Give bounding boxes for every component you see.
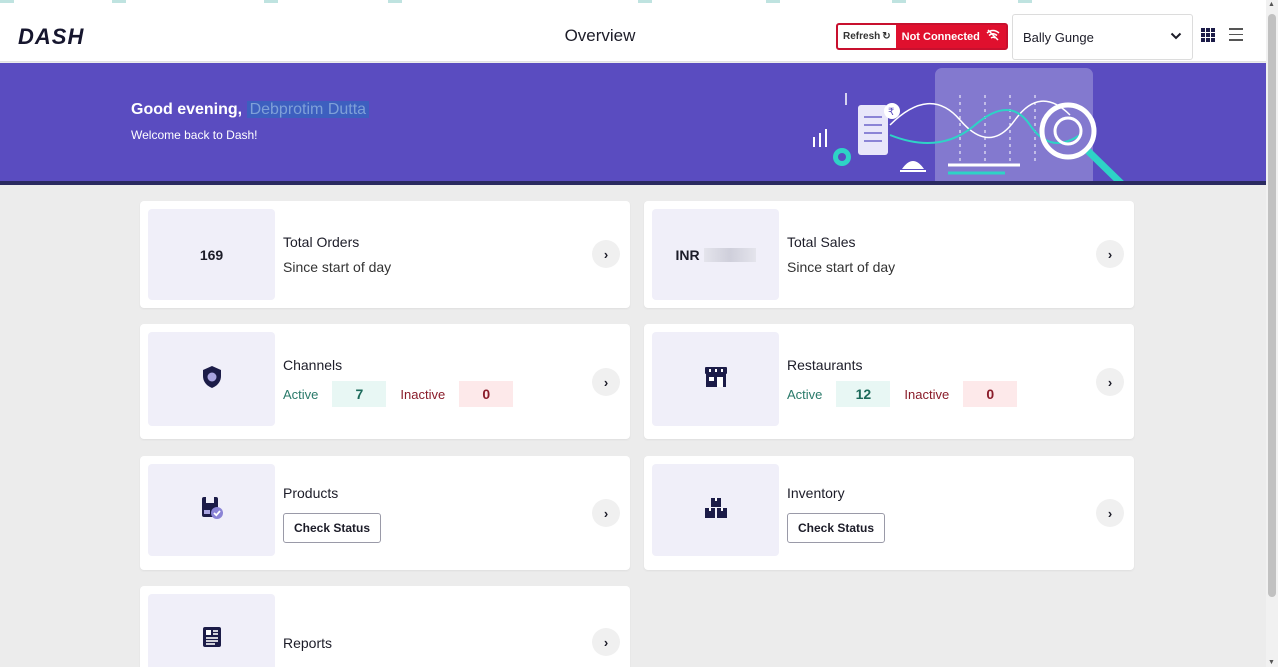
reports-card[interactable]: Reports › bbox=[140, 586, 630, 667]
products-tile bbox=[148, 464, 275, 556]
total-sales-currency: INR bbox=[675, 246, 700, 263]
channels-stats: Active 7 Inactive 0 bbox=[283, 381, 514, 407]
chevron-right-icon[interactable]: › bbox=[592, 499, 620, 527]
total-orders-card[interactable]: 169 Total Orders Since start of day › bbox=[140, 201, 630, 308]
greeting-text: Good evening, Debprotim Dutta bbox=[131, 101, 370, 119]
branch-select[interactable]: Bally Gunge bbox=[1012, 14, 1193, 60]
orders-tile: 169 bbox=[148, 209, 275, 300]
channels-card[interactable]: Channels Active 7 Inactive 0 › bbox=[140, 324, 630, 439]
active-label: Active bbox=[787, 386, 823, 402]
inventory-card[interactable]: Inventory Check Status › bbox=[644, 456, 1134, 570]
scroll-down-icon[interactable]: ▼ bbox=[1268, 659, 1275, 666]
welcome-text: Welcome back to Dash! bbox=[131, 128, 258, 142]
report-document-icon bbox=[202, 626, 222, 653]
inactive-count: 0 bbox=[459, 381, 514, 407]
restaurants-title: Restaurants bbox=[787, 357, 863, 373]
inactive-label: Inactive bbox=[400, 386, 446, 402]
chevron-right-icon[interactable]: › bbox=[592, 628, 620, 656]
channels-title: Channels bbox=[283, 357, 343, 373]
chevron-down-icon bbox=[1170, 31, 1182, 43]
inactive-count: 0 bbox=[963, 381, 1018, 407]
products-check-status-button[interactable]: Check Status bbox=[283, 513, 382, 543]
analytics-illustration: ₹ bbox=[813, 68, 1124, 181]
inventory-check-status-button[interactable]: Check Status bbox=[787, 513, 886, 543]
restaurants-tile bbox=[652, 332, 779, 426]
chevron-right-icon[interactable]: › bbox=[592, 368, 620, 396]
chevron-right-icon[interactable]: › bbox=[1096, 240, 1124, 268]
inventory-tile bbox=[652, 464, 779, 556]
active-count: 12 bbox=[836, 381, 891, 407]
refresh-button[interactable]: Refresh ↻ bbox=[838, 25, 896, 48]
sales-tile: INR bbox=[652, 209, 779, 300]
chevron-right-icon[interactable]: › bbox=[592, 240, 620, 268]
top-header: DASH Overview Refresh ↻ Not Connected Ba… bbox=[0, 10, 1266, 62]
scroll-up-icon[interactable]: ▲ bbox=[1268, 1, 1275, 8]
product-check-icon bbox=[200, 496, 224, 525]
boxes-icon bbox=[704, 497, 728, 524]
connection-status-box: Refresh ↻ Not Connected bbox=[836, 23, 1008, 50]
channels-tile bbox=[148, 332, 275, 426]
restaurants-stats: Active 12 Inactive 0 bbox=[787, 381, 1018, 407]
wifi-off-icon bbox=[986, 29, 1000, 44]
total-orders-subtitle: Since start of day bbox=[283, 259, 392, 275]
not-connected-badge: Not Connected bbox=[895, 25, 1006, 48]
total-sales-title: Total Sales bbox=[787, 234, 856, 250]
scrollbar-thumb[interactable] bbox=[1268, 14, 1276, 597]
shield-icon bbox=[202, 365, 222, 394]
svg-text:₹: ₹ bbox=[888, 107, 894, 118]
reports-tile bbox=[148, 594, 275, 667]
redacted-amount bbox=[703, 247, 756, 262]
chevron-right-icon[interactable]: › bbox=[1096, 368, 1124, 396]
welcome-banner: Good evening, Debprotim Dutta Welcome ba… bbox=[0, 63, 1266, 185]
total-orders-title: Total Orders bbox=[283, 234, 360, 250]
storefront-icon bbox=[704, 366, 728, 393]
menu-icon[interactable] bbox=[1229, 28, 1243, 42]
active-label: Active bbox=[283, 386, 319, 402]
total-sales-subtitle: Since start of day bbox=[787, 259, 896, 275]
products-title: Products bbox=[283, 485, 339, 501]
page-scrollbar[interactable]: ▲ ▼ bbox=[1266, 0, 1278, 667]
inventory-title: Inventory bbox=[787, 485, 845, 501]
apps-grid-icon[interactable] bbox=[1201, 28, 1215, 42]
total-orders-value: 169 bbox=[199, 246, 224, 263]
chevron-right-icon[interactable]: › bbox=[1096, 499, 1124, 527]
products-card[interactable]: Products Check Status › bbox=[140, 456, 630, 570]
restaurants-card[interactable]: Restaurants Active 12 Inactive 0 › bbox=[644, 324, 1134, 439]
user-name: Debprotim Dutta bbox=[246, 101, 370, 118]
active-count: 7 bbox=[332, 381, 387, 407]
reports-title: Reports bbox=[283, 635, 333, 651]
refresh-icon: ↻ bbox=[882, 31, 891, 42]
total-sales-card[interactable]: INR Total Sales Since start of day › bbox=[644, 201, 1134, 308]
browser-strip bbox=[0, 0, 1266, 10]
inactive-label: Inactive bbox=[904, 386, 950, 402]
